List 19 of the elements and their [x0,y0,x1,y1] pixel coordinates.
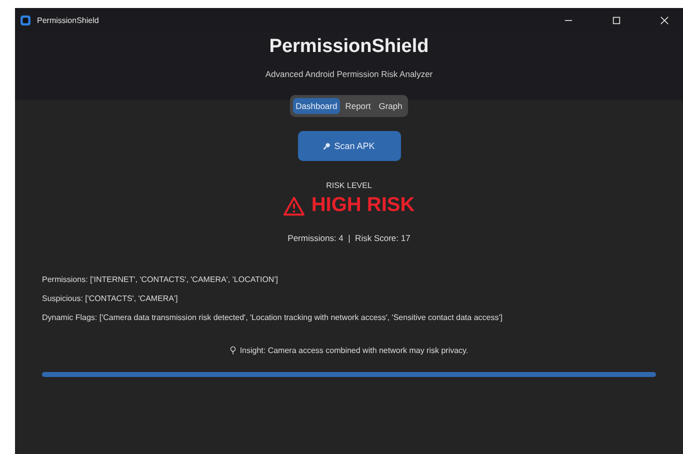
tab[interactable]: Dashboard [292,98,340,114]
tab[interactable]: Graph [376,98,406,114]
risk-caption: RISK LEVEL [326,181,372,190]
risk-level: HIGH RISK [311,194,415,217]
scan-button[interactable]: Scan APK [298,131,400,161]
detail-line: Permissions: ['INTERNET', 'CONTACTS', 'CAMERA', 'LOCATION'] [42,275,279,284]
app-icon [20,14,31,26]
maximize-icon[interactable] [612,16,621,24]
magnifier-icon [323,142,332,150]
tab[interactable]: Report [342,98,374,114]
lightbulb-icon [230,346,236,355]
detail-line: Dynamic Flags: ['Camera data transmission risk detected', 'Location tracking with network access', 'Sensitive contact data access'] [42,313,504,322]
detail-line: Suspicious: ['CONTACTS', 'CAMERA'] [42,294,179,303]
app-subtitle: Advanced Android Permission Risk Analyzer [265,69,433,79]
app-title: PermissionShield [269,36,429,58]
window-title: PermissionShield [37,16,99,24]
insight-text: Insight: Camera access combined with network may risk privacy. [240,346,468,355]
close-icon[interactable] [660,16,669,24]
risk-summary: Permissions: 4 | Risk Score: 17 [288,233,410,243]
